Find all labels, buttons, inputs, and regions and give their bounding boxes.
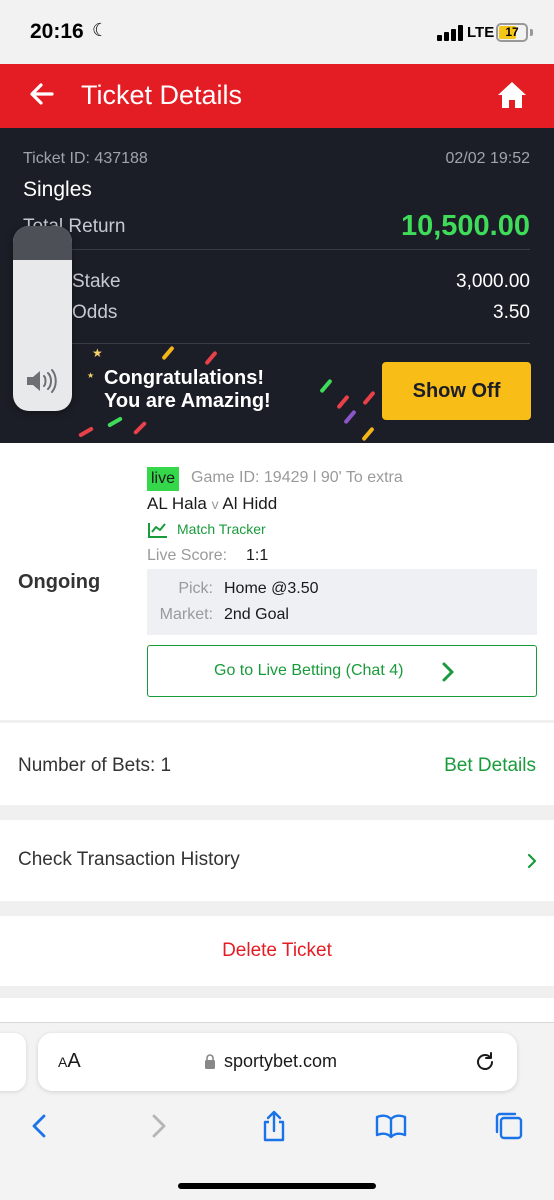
star-icon: ★: [92, 346, 103, 360]
stake-label: Stake: [72, 271, 121, 292]
ticket-summary: Ticket ID: 437188 02/02 19:52 Singles To…: [0, 128, 554, 443]
browser-toolbar: AA sportybet.com: [0, 1022, 554, 1200]
signal-icon: [437, 25, 463, 41]
forward-icon[interactable]: [141, 1109, 175, 1143]
ticket-date: 02/02 19:52: [445, 150, 530, 167]
volume-hud[interactable]: [13, 226, 72, 411]
home-icon[interactable]: [497, 80, 527, 110]
section-divider: [0, 986, 554, 998]
confetti-piece: [336, 394, 350, 410]
match-tracker-link[interactable]: Match Tracker: [177, 521, 266, 537]
go-to-live-betting-button[interactable]: Go to Live Betting (Chat 4): [147, 645, 537, 697]
battery-icon: 17: [496, 23, 528, 42]
ticket-details-page: 20:16 ☾ LTE 17 Ticket Details Ticket ID:…: [0, 0, 554, 1200]
confetti-piece: [319, 378, 333, 394]
clock: 20:16: [30, 20, 84, 43]
back-arrow-icon[interactable]: [26, 78, 58, 110]
battery-level: 17: [505, 25, 519, 39]
ticket-detail: Ongoing live Game ID: 19429 l 90' To ext…: [0, 443, 554, 720]
number-of-bets-row: Number of Bets: 1 Bet Details: [0, 723, 554, 805]
confetti-piece: [343, 409, 357, 425]
confetti-piece: [362, 390, 376, 406]
live-badge: live: [147, 467, 180, 491]
pick-value: Home @3.50: [224, 580, 319, 597]
ticket-status: Ongoing: [18, 571, 101, 593]
confetti-piece: [204, 350, 218, 366]
ticket-id: Ticket ID: 437188: [23, 150, 148, 167]
congratulations-banner: Congratulations! You are Amazing!: [104, 367, 271, 413]
home-indicator: [178, 1183, 376, 1189]
away-team: Al Hidd: [222, 494, 278, 513]
selection-box: Pick: Home @3.50 Market: 2nd Goal: [147, 569, 537, 635]
confetti-piece: [161, 345, 175, 361]
transaction-history-row[interactable]: Check Transaction History: [0, 820, 554, 901]
speaker-icon: [27, 369, 57, 393]
odds-label: Odds: [72, 302, 118, 323]
transaction-history-label: Check Transaction History: [18, 849, 240, 870]
app-header: Ticket Details: [0, 64, 554, 128]
status-bar: 20:16 ☾ LTE 17: [0, 0, 554, 64]
live-score-label: Live Score:: [147, 547, 228, 564]
match-teams: AL Hala v Al Hidd: [147, 494, 277, 514]
bet-type: Singles: [23, 178, 92, 201]
home-team: AL Hala: [147, 494, 207, 513]
chevron-right-icon: [527, 853, 537, 869]
previous-tab-preview[interactable]: [0, 1033, 26, 1091]
url-text[interactable]: sportybet.com: [224, 1051, 337, 1072]
chevron-right-icon: [442, 662, 454, 682]
tabs-icon[interactable]: [492, 1109, 526, 1143]
volume-level-empty: [13, 226, 72, 260]
page-title: Ticket Details: [81, 80, 243, 110]
versus: v: [211, 496, 219, 512]
moon-icon: ☾: [92, 20, 109, 40]
chart-line-icon[interactable]: [148, 522, 168, 538]
number-of-bets: Number of Bets: 1: [18, 755, 172, 776]
bookmarks-icon[interactable]: [374, 1109, 408, 1143]
show-off-button[interactable]: Show Off: [382, 362, 531, 420]
lock-icon: [205, 1054, 215, 1069]
divider: [23, 249, 530, 250]
back-icon[interactable]: [23, 1109, 57, 1143]
total-return-value: 10,500.00: [400, 210, 530, 242]
congrats-line-1: Congratulations!: [104, 367, 264, 389]
delete-ticket-button[interactable]: Delete Ticket: [0, 940, 554, 962]
confetti-piece: [78, 426, 94, 438]
game-id: Game ID: 19429 l 90' To extra: [191, 469, 403, 486]
address-bar[interactable]: AA sportybet.com: [38, 1033, 517, 1091]
congrats-line-2: You are Amazing!: [104, 390, 271, 412]
section-divider: [0, 901, 554, 916]
live-score-value: 1:1: [246, 547, 269, 564]
stake-value: 3,000.00: [456, 271, 530, 292]
bet-details-link[interactable]: Bet Details: [444, 755, 536, 777]
market-value: 2nd Goal: [224, 606, 289, 623]
share-icon[interactable]: [257, 1109, 291, 1143]
network-type: LTE: [467, 24, 495, 41]
page-bottom: [0, 998, 554, 1022]
market-label: Market:: [159, 606, 213, 623]
section-divider: [0, 805, 554, 820]
confetti-piece: [132, 420, 148, 436]
reload-icon[interactable]: [474, 1051, 496, 1073]
divider: [23, 343, 530, 344]
star-icon: ★: [87, 371, 95, 380]
confetti-piece: [361, 426, 375, 442]
text-size-button[interactable]: AA: [58, 1050, 81, 1073]
odds-value: 3.50: [493, 302, 530, 323]
delete-ticket-row[interactable]: Delete Ticket: [0, 916, 554, 986]
go-to-live-betting-label: Go to Live Betting (Chat 4): [214, 662, 404, 679]
pick-label: Pick:: [178, 580, 213, 597]
confetti-piece: [107, 416, 123, 428]
